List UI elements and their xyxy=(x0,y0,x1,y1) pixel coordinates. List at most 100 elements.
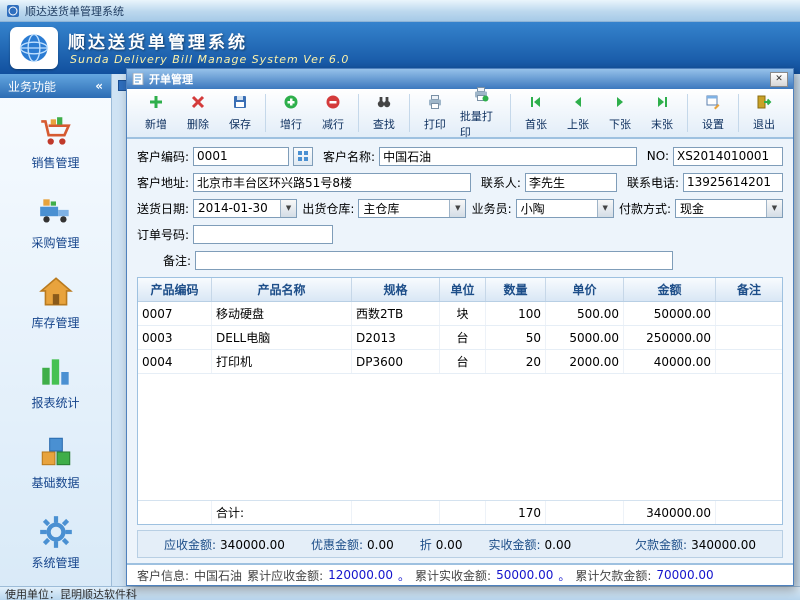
cubes-icon xyxy=(37,433,75,471)
bill-form: 客户编码: 客户名称: NO: 客户地址: 联系人: xyxy=(127,139,793,273)
settings-icon xyxy=(705,94,721,113)
chevron-down-icon: ▼ xyxy=(280,200,296,217)
salesman-select[interactable]: 小陶 ▼ xyxy=(516,199,614,218)
discount-amount: 优惠金额:0.00 xyxy=(311,536,394,553)
new-button[interactable]: 新增 xyxy=(135,91,177,135)
toolbar-button-label: 增行 xyxy=(280,116,302,132)
column-header[interactable]: 产品编码 xyxy=(138,278,212,301)
add-row-icon xyxy=(283,94,299,113)
cell-spec: DP3600 xyxy=(352,350,440,373)
total-qty: 170 xyxy=(486,501,546,524)
toolbar-button-label: 下张 xyxy=(609,116,631,132)
sidebar-item-sales[interactable]: 销售管理 xyxy=(0,102,111,182)
contact-input[interactable] xyxy=(525,173,617,192)
column-header[interactable]: 产品名称 xyxy=(212,278,352,301)
column-header[interactable]: 规格 xyxy=(352,278,440,301)
contact-label: 联系人: xyxy=(481,174,521,191)
cell-remark xyxy=(716,350,782,373)
remove-row-button[interactable]: 减行 xyxy=(312,91,354,135)
cell-spec: 西数2TB xyxy=(352,302,440,325)
warehouse-select[interactable]: 主仓库 ▼ xyxy=(358,199,466,218)
settings-button[interactable]: 设置 xyxy=(692,91,734,135)
sidebar-collapse-button[interactable]: « xyxy=(95,79,103,93)
delete-button[interactable]: 删除 xyxy=(177,91,219,135)
payment-select[interactable]: 现金 ▼ xyxy=(675,199,783,218)
exit-button[interactable]: 退出 xyxy=(743,91,785,135)
delivery-date-picker[interactable]: 2014-01-30 ▼ xyxy=(193,199,297,218)
cell-qty: 20 xyxy=(486,350,546,373)
toolbar-separator xyxy=(687,94,688,132)
save-icon xyxy=(232,94,248,113)
chevron-down-icon: ▼ xyxy=(597,200,613,217)
os-window-title: 顺达送货单管理系统 xyxy=(25,3,124,19)
table-row[interactable]: 0004 打印机 DP3600 台 20 2000.00 40000.00 xyxy=(138,350,782,374)
last-record-button[interactable]: 末张 xyxy=(641,91,683,135)
sidebar-item-purchase[interactable]: 采购管理 xyxy=(0,182,111,262)
batch-print-button[interactable]: 批量打印 xyxy=(456,91,506,135)
close-icon[interactable]: ✕ xyxy=(770,72,788,87)
sidebar-item-basedata[interactable]: 基础数据 xyxy=(0,422,111,502)
sidebar-header-label: 业务功能 xyxy=(8,78,56,95)
phone-input[interactable] xyxy=(683,173,783,192)
bill-no-input[interactable] xyxy=(673,147,783,166)
delivery-date-label: 送货日期: xyxy=(137,200,189,217)
sidebar-item-label: 销售管理 xyxy=(31,154,79,171)
app-icon xyxy=(6,4,20,18)
toolbar-button-label: 批量打印 xyxy=(460,108,502,140)
toolbar-button-label: 首张 xyxy=(525,116,547,132)
os-titlebar[interactable]: 顺达送货单管理系统 xyxy=(0,0,800,22)
toolbar-separator xyxy=(510,94,511,132)
customer-info-value: 中国石油 xyxy=(194,567,242,584)
sidebar-item-stock[interactable]: 库存管理 xyxy=(0,262,111,342)
toolbar-button-label: 上张 xyxy=(567,116,589,132)
total-arrears-label: 累计欠款金额: xyxy=(575,567,651,584)
payment-label: 付款方式: xyxy=(619,200,671,217)
add-row-button[interactable]: 增行 xyxy=(270,91,312,135)
search-button[interactable]: 查找 xyxy=(363,91,405,135)
print-icon xyxy=(427,94,443,113)
cell-unit: 台 xyxy=(440,326,486,349)
column-header[interactable]: 数量 xyxy=(486,278,546,301)
column-header[interactable]: 金额 xyxy=(624,278,716,301)
grid-total-row: 合计: 170 340000.00 xyxy=(138,500,782,524)
total-received-label: 累计实收金额: xyxy=(415,567,491,584)
total-arrears-value: 70000.00 xyxy=(656,568,713,582)
toolbar-separator xyxy=(265,94,266,132)
customer-lookup-button[interactable] xyxy=(293,147,313,166)
cart-icon xyxy=(37,113,75,151)
receivable-amount: 应收金额:340000.00 xyxy=(164,536,285,553)
customer-code-input[interactable] xyxy=(193,147,289,166)
statusbar-separator: 。 xyxy=(558,567,570,584)
app-title: 顺达送货单管理系统 xyxy=(68,28,248,53)
toolbar-button-label: 设置 xyxy=(702,116,724,132)
prev-record-button[interactable]: 上张 xyxy=(557,91,599,135)
cell-product-code: 0007 xyxy=(138,302,212,325)
column-header[interactable]: 单位 xyxy=(440,278,486,301)
cell-amount: 50000.00 xyxy=(624,302,716,325)
summary-band: 应收金额:340000.00 优惠金额:0.00 折0.00 实收金额:0.00… xyxy=(137,530,783,558)
table-row[interactable]: 0003 DELL电脑 D2013 台 50 5000.00 250000.00 xyxy=(138,326,782,350)
print-button[interactable]: 打印 xyxy=(414,91,456,135)
toolbar-button-label: 退出 xyxy=(753,116,775,132)
search-icon xyxy=(376,94,392,113)
billing-dialog: 开单管理 ✕ 新增 删除 保存 增行 减行 查找 xyxy=(126,68,794,586)
address-input[interactable] xyxy=(193,173,471,192)
column-header[interactable]: 单价 xyxy=(546,278,624,301)
order-no-input[interactable] xyxy=(193,225,333,244)
first-record-button[interactable]: 首张 xyxy=(515,91,557,135)
save-button[interactable]: 保存 xyxy=(219,91,261,135)
exit-icon xyxy=(756,94,772,113)
column-header[interactable]: 备注 xyxy=(716,278,782,301)
grid-empty-area xyxy=(138,374,782,500)
next-record-button[interactable]: 下张 xyxy=(599,91,641,135)
payment-value: 现金 xyxy=(676,200,766,217)
os-statusbar-text: 使用单位：昆明顺达软件科 xyxy=(5,586,137,600)
remark-input[interactable] xyxy=(195,251,673,270)
table-row[interactable]: 0007 移动硬盘 西数2TB 块 100 500.00 50000.00 xyxy=(138,302,782,326)
cell-amount: 250000.00 xyxy=(624,326,716,349)
sidebar-item-system[interactable]: 系统管理 xyxy=(0,502,111,582)
cell-unit: 块 xyxy=(440,302,486,325)
dialog-titlebar[interactable]: 开单管理 ✕ xyxy=(127,69,793,89)
sidebar-item-reports[interactable]: 报表统计 xyxy=(0,342,111,422)
customer-name-input[interactable] xyxy=(379,147,637,166)
